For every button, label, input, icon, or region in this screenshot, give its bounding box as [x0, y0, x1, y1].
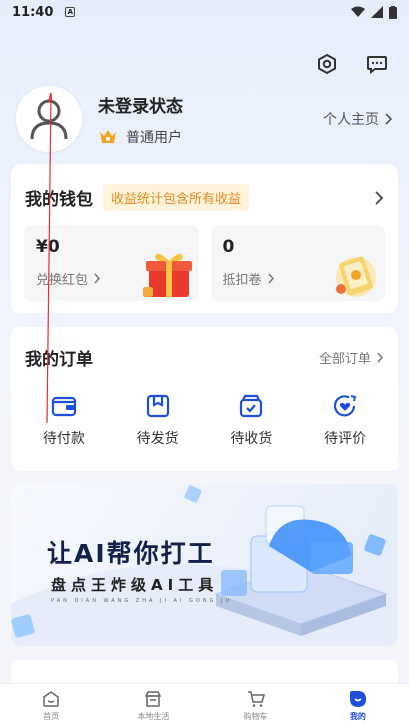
orders-title: 我的订单: [25, 350, 93, 370]
signal-icon: [371, 6, 383, 18]
settings-hex-icon: [318, 53, 336, 75]
orders-header: 我的订单 全部订单: [11, 327, 398, 370]
user-level-label: 普通用户: [126, 129, 182, 146]
profile-text: 未登录状态 普通用户: [98, 92, 183, 147]
tab-local-life[interactable]: 本地生活: [102, 684, 204, 727]
wallet-box-coupon[interactable]: 0 抵扣卷: [210, 225, 385, 301]
home-icon: [43, 691, 59, 707]
tab-home[interactable]: 首页: [0, 684, 102, 727]
wallet-label-text: 兑换红包: [36, 273, 89, 288]
message-button[interactable]: [365, 52, 389, 76]
personal-homepage-link[interactable]: 个人主页: [323, 109, 393, 129]
top-actions: [315, 52, 389, 76]
receive-box-icon: [240, 394, 263, 418]
banner-title: 让AI帮你打工: [47, 539, 215, 568]
tab-label: 购物车: [243, 712, 268, 721]
order-pending-receipt[interactable]: 待收货: [211, 392, 291, 448]
wallet-icon: [51, 396, 76, 417]
user-level: 普通用户: [98, 127, 183, 147]
all-orders-link[interactable]: 全部订单: [319, 348, 384, 367]
order-label: 待付款: [42, 431, 85, 447]
wallet-row: ¥0 兑换红包 0 抵扣卷: [11, 211, 398, 301]
wallet-card: 我的钱包 收益统计包含所有收益 ¥0 兑换红包 0 抵扣卷: [11, 164, 398, 313]
order-pending-shipment[interactable]: 待发货: [118, 392, 198, 448]
chevron-right-icon: [385, 113, 393, 125]
order-pending-review[interactable]: 待评价: [305, 392, 385, 448]
wallet-earnings-tag: 收益统计包含所有收益: [103, 184, 250, 211]
shop-icon: [145, 691, 162, 707]
coupon-ticket-icon: [336, 256, 376, 297]
message-icon: [367, 56, 387, 74]
chevron-right-icon: [94, 273, 101, 284]
chevron-right-icon: [377, 352, 384, 363]
tab-label: 本地生活: [137, 712, 170, 721]
wallet-title: 我的钱包: [25, 190, 93, 210]
gift-box-icon: [142, 253, 192, 297]
cart-icon: [247, 691, 265, 707]
crown-badge-icon: [100, 129, 116, 143]
status-icons: [351, 5, 397, 19]
ai-tools-banner[interactable]: 让AI帮你打工 盘点王炸级AI工具 PAN DIAN WANG ZHA JI A…: [11, 484, 398, 646]
tab-label: 我的: [349, 712, 366, 721]
notification-icon: A: [65, 7, 76, 17]
wallet-label-text: 抵扣卷: [222, 273, 262, 288]
chevron-right-icon[interactable]: [375, 190, 384, 205]
status-time: 11:40: [12, 4, 54, 20]
homepage-link-label: 个人主页: [323, 112, 379, 128]
wallet-header[interactable]: 我的钱包 收益统计包含所有收益: [11, 164, 398, 211]
tab-cart[interactable]: 购物车: [205, 684, 307, 727]
login-status: 未登录状态: [98, 96, 183, 117]
battery-icon: [389, 5, 397, 19]
review-heart-icon: [334, 395, 357, 417]
profile-section[interactable]: 未登录状态 普通用户 个人主页: [16, 86, 393, 152]
settings-button[interactable]: [315, 52, 339, 76]
order-pending-payment[interactable]: 待付款: [24, 392, 104, 448]
package-icon: [146, 394, 169, 418]
banner-pinyin: PAN DIAN WANG ZHA JI AI GONG JU: [51, 598, 233, 604]
orders-card: 我的订单 全部订单 待付款 待发货 待收货 待评价: [11, 327, 398, 471]
tab-me[interactable]: 我的: [307, 684, 409, 727]
order-label: 待发货: [136, 431, 179, 447]
tab-label: 首页: [43, 712, 60, 721]
order-label: 待评价: [324, 431, 367, 447]
banner-subtitle: 盘点王炸级AI工具: [51, 576, 219, 594]
me-icon: [349, 691, 366, 707]
order-status-row: 待付款 待发货 待收货 待评价: [11, 370, 398, 448]
status-bar: 11:40 A: [0, 0, 409, 24]
order-label: 待收货: [230, 431, 273, 447]
wifi-icon: [351, 6, 365, 17]
bottom-tab-bar: 首页 本地生活 购物车 我的: [0, 683, 409, 727]
chevron-right-icon: [267, 273, 274, 284]
all-orders-label: 全部订单: [318, 352, 371, 367]
annotation-arrow-line: [46, 93, 52, 423]
